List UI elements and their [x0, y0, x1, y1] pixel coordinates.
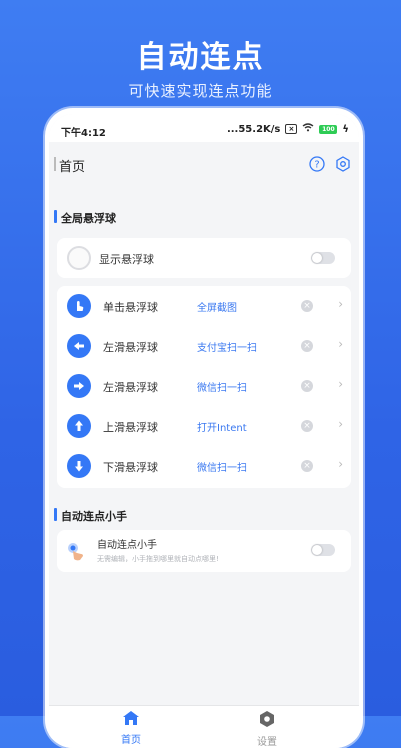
nav-home-label: 首页: [121, 735, 141, 746]
gesture-row-swipe-left-1[interactable]: 左滑悬浮球 支付宝扫一扫 × ›: [57, 326, 351, 366]
status-time: 下午4:12: [61, 128, 106, 139]
ball-preview-icon: [67, 246, 91, 270]
promo-subtitle: 可快速实现连点功能: [128, 82, 273, 100]
auto-click-desc: 无需编辑，小手拖到哪里就自动点哪里!: [97, 555, 219, 563]
tap-icon: [67, 294, 91, 318]
gesture-label: 上滑悬浮球: [103, 421, 158, 434]
page-title: 首页: [53, 156, 85, 175]
arrow-down-icon: [67, 454, 91, 478]
gesture-card: 单击悬浮球 全屏截图 × › 左滑悬浮球 支付宝扫一扫 × › 左滑悬浮球 微信…: [57, 286, 351, 488]
phone-frame: 下午4:12 ...55.2K/s × 100 ϟ 首页 ? 全局悬浮球 显示悬…: [45, 108, 363, 748]
nav-home[interactable]: 首页: [101, 710, 161, 746]
svg-text:?: ?: [314, 160, 319, 171]
charging-icon: ϟ: [342, 123, 349, 135]
auto-click-card: 自动连点小手 无需编辑，小手拖到哪里就自动点哪里!: [57, 530, 351, 572]
clear-icon[interactable]: ×: [301, 340, 313, 352]
gesture-row-swipe-down[interactable]: 下滑悬浮球 微信扫一扫 × ›: [57, 446, 351, 486]
section-global-ball: 全局悬浮球: [54, 210, 116, 225]
show-ball-toggle[interactable]: [311, 252, 335, 264]
chevron-right-icon: ›: [338, 337, 343, 351]
sim-icon: ×: [285, 124, 298, 134]
wifi-icon: [302, 123, 314, 135]
nav-settings-label: 设置: [257, 737, 277, 748]
arrow-left-icon: [67, 334, 91, 358]
hand-icon: [67, 542, 85, 566]
help-icon[interactable]: ?: [309, 156, 325, 172]
show-ball-card: 显示悬浮球: [57, 238, 351, 278]
gesture-row-swipe-up[interactable]: 上滑悬浮球 打开Intent × ›: [57, 406, 351, 446]
arrow-right-icon: [67, 374, 91, 398]
gesture-action[interactable]: 打开Intent: [197, 419, 247, 434]
gesture-label: 左滑悬浮球: [103, 341, 158, 354]
clear-icon[interactable]: ×: [301, 380, 313, 392]
network-speed: ...55.2K/s: [226, 123, 281, 135]
settings-icon: [260, 711, 274, 727]
arrow-up-icon: [67, 414, 91, 438]
clear-icon[interactable]: ×: [301, 420, 313, 432]
gesture-row-swipe-left-2[interactable]: 左滑悬浮球 微信扫一扫 × ›: [57, 366, 351, 406]
promo-title: 自动连点: [136, 40, 265, 75]
auto-click-toggle[interactable]: [311, 544, 335, 556]
status-bar: 下午4:12 ...55.2K/s × 100 ϟ: [49, 114, 359, 142]
toggle-knob: [312, 253, 322, 263]
gesture-action[interactable]: 支付宝扫一扫: [197, 339, 257, 354]
gear-icon[interactable]: [335, 156, 351, 172]
toggle-knob: [312, 545, 322, 555]
clear-icon[interactable]: ×: [301, 300, 313, 312]
gesture-row-tap[interactable]: 单击悬浮球 全屏截图 × ›: [57, 286, 351, 326]
chevron-right-icon: ›: [338, 377, 343, 391]
chevron-right-icon: ›: [338, 457, 343, 471]
gesture-label: 下滑悬浮球: [103, 461, 158, 474]
gesture-action[interactable]: 微信扫一扫: [197, 379, 247, 394]
gesture-action[interactable]: 全屏截图: [197, 299, 237, 314]
app-bar: 首页 ?: [49, 142, 359, 188]
home-icon: [123, 711, 139, 725]
auto-click-title: 自动连点小手: [97, 540, 157, 551]
gesture-label: 左滑悬浮球: [103, 381, 158, 394]
show-ball-label: 显示悬浮球: [99, 253, 154, 266]
gesture-action[interactable]: 微信扫一扫: [197, 459, 247, 474]
status-right: ...55.2K/s × 100 ϟ: [227, 123, 349, 135]
section-auto-click: 自动连点小手: [54, 508, 127, 523]
chevron-right-icon: ›: [338, 417, 343, 431]
bottom-nav: 首页 设置: [49, 705, 359, 748]
clear-icon[interactable]: ×: [301, 460, 313, 472]
battery-icon: 100: [319, 124, 338, 134]
app-screen: 下午4:12 ...55.2K/s × 100 ϟ 首页 ? 全局悬浮球 显示悬…: [49, 114, 359, 748]
chevron-right-icon: ›: [338, 297, 343, 311]
gesture-label: 单击悬浮球: [103, 301, 158, 314]
